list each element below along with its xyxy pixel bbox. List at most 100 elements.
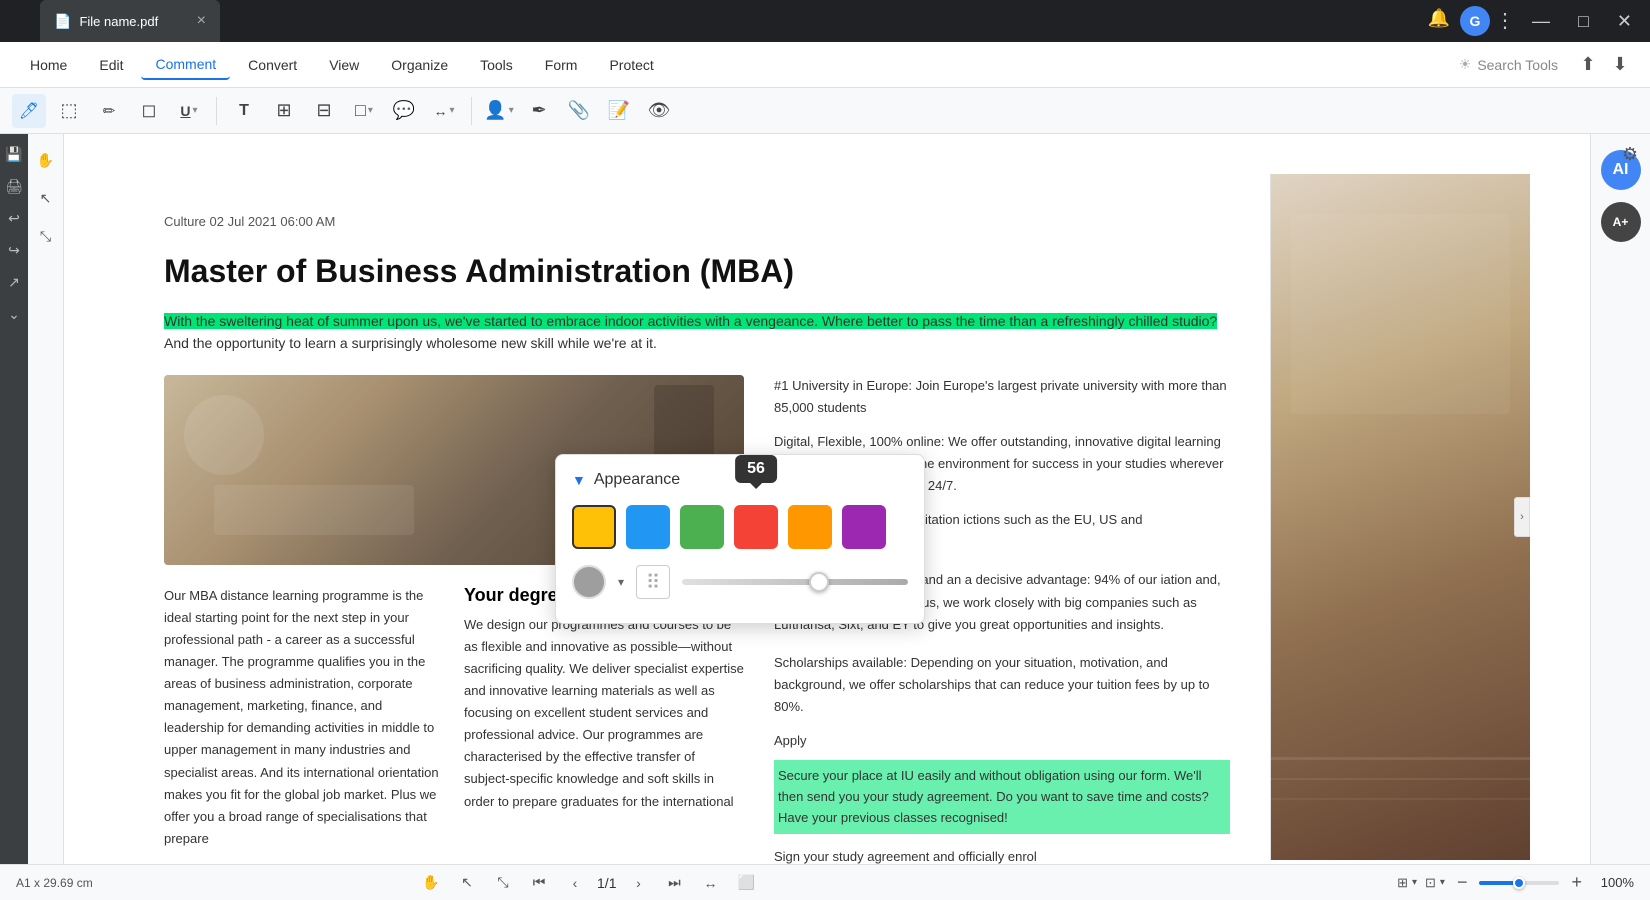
underline-button[interactable]: U ▾ bbox=[172, 94, 206, 128]
menu-tools[interactable]: Tools bbox=[466, 51, 527, 79]
shape-button[interactable]: □ ▾ bbox=[347, 94, 381, 128]
right-bullet-1: #1 University in Europe: Join Europe's l… bbox=[774, 375, 1230, 419]
left-tb-redo-button[interactable]: ↪ bbox=[2, 238, 26, 262]
left-mini-toolbar: 💾 🖨 ↩ ↪ ↗ ⌄ bbox=[0, 134, 28, 900]
attach-button[interactable]: 📎 bbox=[562, 94, 596, 128]
textbox-button[interactable]: ⊞ bbox=[267, 94, 301, 128]
nav-down-button[interactable]: ⬇ bbox=[1606, 51, 1634, 79]
maximize-button[interactable]: □ bbox=[1570, 7, 1597, 36]
tab-title: File name.pdf bbox=[79, 14, 158, 29]
zoom-options-button[interactable]: ⊞ ▾ bbox=[1397, 875, 1417, 891]
zoom-slider[interactable] bbox=[1479, 881, 1559, 885]
stamp-caret-icon: ▾ bbox=[509, 105, 514, 116]
fillsign-button[interactable]: 📝 bbox=[602, 94, 636, 128]
page-navigation: ✋ ↖ ⤡ ⏮ ‹ 1/1 › ⏭ ↔ ⬜ bbox=[417, 869, 760, 897]
menu-view[interactable]: View bbox=[315, 51, 373, 79]
toolbar-separator-1 bbox=[216, 97, 217, 125]
left-tb-share-button[interactable]: ↗ bbox=[2, 270, 26, 294]
color-swatch-red[interactable]: 56 bbox=[734, 505, 778, 549]
appearance-popup: ▼ Appearance 56 ▾ ⠿ bbox=[555, 454, 925, 624]
measure-button[interactable]: ↔ ▾ bbox=[427, 94, 461, 128]
menu-protect[interactable]: Protect bbox=[595, 51, 667, 79]
left-tb-save-button[interactable]: 💾 bbox=[2, 142, 26, 166]
body-text-after: And the opportunity to learn a surprisin… bbox=[164, 335, 657, 351]
color-swatch-purple[interactable] bbox=[842, 505, 886, 549]
lq-hand-button[interactable]: ✋ bbox=[32, 146, 60, 174]
browser-tab[interactable]: 📄 File name.pdf × bbox=[40, 0, 220, 42]
tab-pdf-icon: 📄 bbox=[54, 13, 71, 30]
nav-fit-button[interactable]: ⤡ bbox=[489, 869, 517, 897]
zoom-slider-handle[interactable] bbox=[1513, 877, 1525, 889]
nav-cursor-mode-button[interactable]: ✋ bbox=[417, 869, 445, 897]
view-button[interactable]: 👁 bbox=[642, 94, 676, 128]
close-button[interactable]: ✕ bbox=[1609, 7, 1640, 36]
right-panel-collapse-arrow[interactable]: › bbox=[1514, 497, 1530, 537]
panel-settings-icon[interactable]: ⚙ bbox=[1622, 144, 1638, 165]
signature-button[interactable]: ✒ bbox=[522, 94, 556, 128]
menu-home[interactable]: Home bbox=[16, 51, 81, 79]
nav-next-page-button[interactable]: › bbox=[624, 869, 652, 897]
color-picker-caret[interactable]: ▾ bbox=[618, 575, 624, 589]
text-button[interactable]: T bbox=[227, 94, 261, 128]
highlight-tool-button[interactable]: 🖊 bbox=[12, 94, 46, 128]
menu-edit[interactable]: Edit bbox=[85, 51, 137, 79]
note-button[interactable]: ⊟ bbox=[307, 94, 341, 128]
right-apply-highlight: Secure your place at IU easily and witho… bbox=[774, 760, 1230, 834]
menu-comment[interactable]: Comment bbox=[141, 50, 230, 80]
left-tb-undo-button[interactable]: ↩ bbox=[2, 206, 26, 230]
opacity-slider-handle[interactable] bbox=[809, 572, 829, 592]
color-picker-button[interactable] bbox=[572, 565, 606, 599]
pencil-button[interactable]: ✏ bbox=[92, 94, 126, 128]
eraser-button[interactable]: ◻ bbox=[132, 94, 166, 128]
nav-first-page-button[interactable]: ⏮ bbox=[525, 869, 553, 897]
highlighted-text: With the sweltering heat of summer upon … bbox=[164, 313, 1217, 329]
opacity-slider-track[interactable] bbox=[682, 579, 908, 585]
more-options-icon[interactable]: ⋮ bbox=[1495, 8, 1515, 33]
shape-icon: □ bbox=[355, 100, 366, 121]
nav-prev-page-button[interactable]: ‹ bbox=[561, 869, 589, 897]
pattern-button[interactable]: ⠿ bbox=[636, 565, 670, 599]
opacity-tooltip: 56 bbox=[735, 455, 777, 483]
lq-corner-button[interactable]: ⤡ bbox=[32, 222, 60, 250]
text-enhance-button[interactable]: A+ bbox=[1601, 202, 1641, 242]
right-image-panel: › bbox=[1270, 174, 1530, 860]
nav-up-button[interactable]: ⬆ bbox=[1574, 51, 1602, 79]
fit-width-button[interactable]: ↔ bbox=[696, 869, 724, 897]
signature-icon: ✒ bbox=[531, 100, 546, 121]
nav-last-page-button[interactable]: ⏭ bbox=[660, 869, 688, 897]
menu-organize[interactable]: Organize bbox=[377, 51, 462, 79]
menu-convert[interactable]: Convert bbox=[234, 51, 311, 79]
eraser-icon: ◻ bbox=[142, 100, 157, 121]
view-icon: 👁 bbox=[648, 100, 671, 121]
notifications-icon[interactable]: 🔔 bbox=[1428, 8, 1450, 29]
left-tb-more-button[interactable]: ⌄ bbox=[2, 302, 26, 326]
select-area-button[interactable]: ⬚ bbox=[52, 94, 86, 128]
comment-button[interactable]: 💬 bbox=[387, 94, 421, 128]
color-swatch-blue[interactable] bbox=[626, 505, 670, 549]
minimize-button[interactable]: — bbox=[1524, 7, 1558, 36]
zoom-level-label: 100% bbox=[1594, 875, 1634, 890]
menu-form[interactable]: Form bbox=[531, 51, 592, 79]
nav-select-mode-button[interactable]: ↖ bbox=[453, 869, 481, 897]
zoom-options-icon: ⊞ bbox=[1397, 875, 1408, 891]
zoom-in-button[interactable]: + bbox=[1567, 872, 1586, 893]
zoom-out-button[interactable]: − bbox=[1453, 872, 1472, 893]
search-tools[interactable]: ☀ Search Tools bbox=[1459, 56, 1558, 73]
color-swatch-green[interactable] bbox=[680, 505, 724, 549]
fit-page-button[interactable]: ⬜ bbox=[732, 869, 760, 897]
search-tools-icon: ☀ bbox=[1459, 56, 1472, 73]
tab-close-button[interactable]: × bbox=[197, 12, 206, 30]
lq-cursor-button[interactable]: ↖ bbox=[32, 184, 60, 212]
pdf-body-paragraph: With the sweltering heat of summer upon … bbox=[164, 310, 1230, 355]
shape-caret-icon: ▾ bbox=[368, 105, 373, 116]
left-tb-print-button[interactable]: 🖨 bbox=[2, 174, 26, 198]
pdf-section-text: We design our programmes and courses to … bbox=[464, 614, 744, 813]
fit-options-caret: ▾ bbox=[1440, 877, 1445, 888]
color-swatch-orange[interactable] bbox=[788, 505, 832, 549]
annotation-toolbar: 🖊 ⬚ ✏ ◻ U ▾ T ⊞ ⊟ □ ▾ 💬 ↔ ▾ 👤 ▾ ✒ 📎 bbox=[0, 88, 1650, 134]
user-avatar[interactable]: G bbox=[1460, 6, 1490, 36]
stamp-button[interactable]: 👤 ▾ bbox=[482, 94, 516, 128]
color-swatch-yellow[interactable] bbox=[572, 505, 616, 549]
fit-options-button[interactable]: ⊡ ▾ bbox=[1425, 875, 1445, 891]
text-icon: T bbox=[239, 102, 249, 120]
